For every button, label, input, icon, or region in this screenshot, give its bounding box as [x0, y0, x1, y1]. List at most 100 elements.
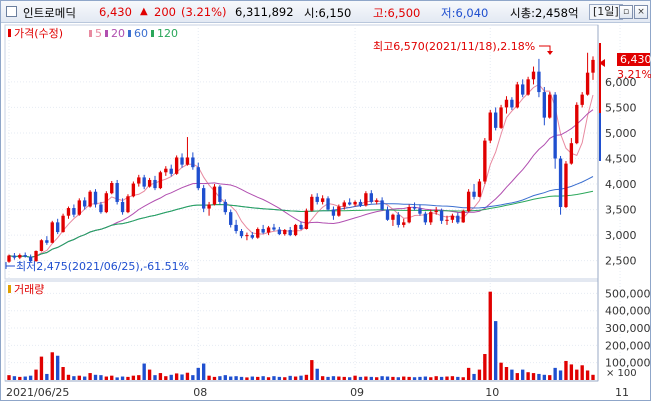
volume-bar	[564, 360, 568, 380]
price-tick-label: 4,000	[605, 178, 637, 191]
volume-bar	[391, 376, 395, 380]
candle-body	[483, 140, 487, 182]
price-legend-swatch	[8, 29, 11, 37]
candle-body	[380, 200, 384, 210]
candle-body	[439, 210, 444, 221]
volume-bar	[423, 376, 428, 380]
volume-bar	[272, 376, 276, 380]
ma5-legend-label[interactable]: 5	[95, 27, 102, 40]
candle-body	[277, 229, 282, 235]
candle-body	[445, 219, 449, 221]
candle-body	[239, 231, 244, 237]
candle-body	[7, 255, 11, 262]
candle-body	[39, 240, 44, 251]
candle-body	[120, 201, 125, 213]
candle-body	[185, 157, 190, 165]
volume-bar	[239, 376, 244, 380]
volume-bar	[353, 375, 357, 380]
volume-tick-label: 200,000	[605, 339, 651, 352]
candle-body	[131, 183, 136, 197]
volume-bar	[499, 362, 503, 380]
volume-tick-label: 400,000	[605, 305, 651, 318]
volume-bar	[212, 376, 217, 380]
volume-plot-area[interactable]	[4, 280, 599, 382]
ma120-legend-label[interactable]: 120	[157, 27, 178, 40]
candle-body	[364, 193, 368, 206]
candle-body	[342, 202, 346, 207]
candle-body	[407, 207, 411, 223]
volume-bar	[418, 376, 422, 380]
volume-bar	[591, 374, 595, 380]
volume-bar	[158, 373, 163, 380]
volume-bar	[180, 374, 184, 380]
candle-body	[153, 179, 157, 189]
stock-chart[interactable]: 6,0005,5005,0004,5004,0003,5003,0002,500…	[1, 1, 651, 401]
volume-bar	[66, 374, 71, 380]
ma20-legend-swatch	[105, 30, 108, 37]
candle-body	[369, 193, 373, 202]
candle-body	[234, 224, 238, 232]
volume-bar	[585, 370, 590, 380]
volume-bar	[472, 373, 476, 380]
volume-bar	[77, 375, 81, 380]
candle-body	[385, 209, 390, 220]
volume-bar	[515, 373, 519, 380]
candle-body	[564, 163, 568, 208]
volume-legend-label[interactable]: 거래량	[14, 283, 44, 296]
candle-body	[456, 215, 460, 223]
candle-body	[191, 157, 195, 168]
candle-body	[521, 84, 525, 95]
candle-body	[477, 181, 482, 197]
candle-body	[169, 168, 173, 174]
volume-bar	[531, 373, 536, 380]
candle-body	[147, 179, 152, 187]
scale-indicator-down	[599, 113, 601, 161]
volume-bar	[137, 375, 141, 380]
candle-body	[83, 200, 87, 207]
volume-bar	[28, 375, 33, 380]
candle-body	[66, 208, 71, 216]
candle-body	[580, 94, 584, 105]
price-tick-label: 3,500	[605, 204, 637, 217]
candle-body	[174, 157, 179, 174]
volume-bar	[23, 376, 27, 380]
volume-bar	[223, 375, 227, 380]
volume-bar	[39, 356, 44, 380]
volume-bar	[461, 377, 465, 380]
price-plot-area[interactable]	[4, 24, 599, 280]
price-tick-label: 5,000	[605, 127, 637, 140]
volume-bar	[7, 375, 11, 380]
candle-body	[180, 157, 184, 165]
candle-body	[77, 200, 81, 215]
volume-bar	[261, 376, 265, 380]
volume-bar	[558, 370, 563, 380]
candle-body	[196, 167, 200, 189]
volume-bar	[55, 355, 60, 380]
ma5-legend-swatch	[89, 30, 92, 37]
ma20-legend-label[interactable]: 20	[111, 27, 125, 40]
candle-body	[99, 204, 103, 213]
ma60-legend-label[interactable]: 60	[134, 27, 148, 40]
candle-body	[375, 200, 379, 202]
volume-bar	[575, 369, 579, 380]
candle-body	[229, 212, 233, 225]
volume-bar	[320, 376, 325, 380]
candle-body	[288, 230, 292, 236]
volume-bar	[61, 367, 65, 380]
candle-body	[499, 107, 503, 128]
candle-body	[461, 211, 465, 223]
candle-body	[104, 193, 109, 213]
volume-bar	[266, 377, 271, 380]
candle-body	[126, 196, 130, 213]
volume-bar	[93, 374, 98, 380]
price-legend-label[interactable]: 가격(수정)	[14, 27, 63, 40]
volume-bar	[553, 367, 557, 380]
volume-bar	[147, 369, 152, 380]
candle-body	[310, 196, 314, 211]
x-tick-label: 08	[193, 386, 207, 399]
volume-bar	[347, 377, 352, 380]
candle-body	[569, 143, 574, 164]
volume-bar	[169, 374, 173, 380]
volume-bar	[396, 377, 401, 380]
scale-indicator-up	[599, 43, 601, 113]
